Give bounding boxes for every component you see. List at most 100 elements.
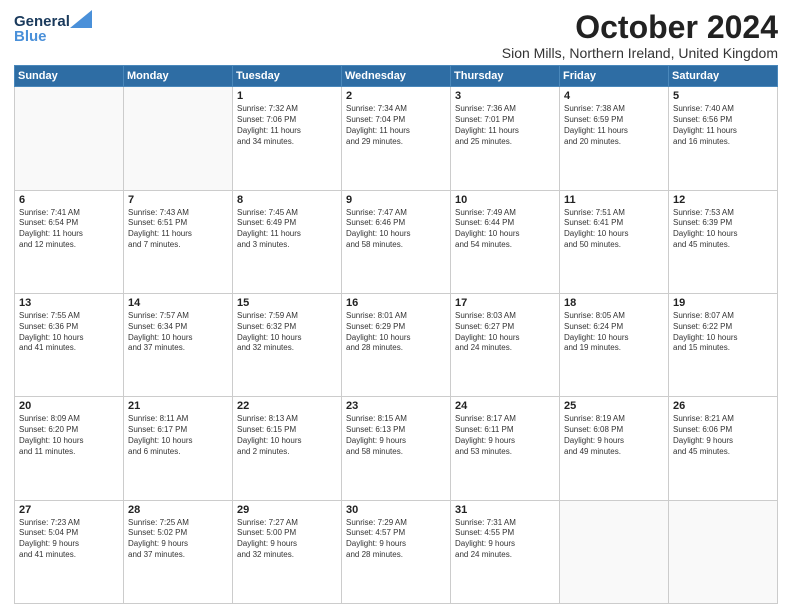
location: Sion Mills, Northern Ireland, United Kin…: [502, 45, 778, 61]
day-info: Sunrise: 7:41 AM Sunset: 6:54 PM Dayligh…: [19, 208, 119, 251]
day-info: Sunrise: 8:05 AM Sunset: 6:24 PM Dayligh…: [564, 311, 664, 354]
day-info: Sunrise: 7:45 AM Sunset: 6:49 PM Dayligh…: [237, 208, 337, 251]
day-info: Sunrise: 8:19 AM Sunset: 6:08 PM Dayligh…: [564, 414, 664, 457]
calendar-table: SundayMondayTuesdayWednesdayThursdayFrid…: [14, 65, 778, 604]
weekday-header-wednesday: Wednesday: [342, 66, 451, 87]
calendar-cell: 20 Sunrise: 8:09 AM Sunset: 6:20 PM Dayli…: [15, 397, 124, 500]
calendar-week-4: 20 Sunrise: 8:09 AM Sunset: 6:20 PM Dayli…: [15, 397, 778, 500]
day-number: 31: [455, 504, 555, 516]
calendar-week-2: 6 Sunrise: 7:41 AM Sunset: 6:54 PM Daylig…: [15, 190, 778, 293]
calendar-cell: 3 Sunrise: 7:36 AM Sunset: 7:01 PM Daylig…: [451, 87, 560, 190]
day-info: Sunrise: 7:47 AM Sunset: 6:46 PM Dayligh…: [346, 208, 446, 251]
day-number: 10: [455, 194, 555, 206]
calendar-cell: 23 Sunrise: 8:15 AM Sunset: 6:13 PM Dayli…: [342, 397, 451, 500]
calendar-cell: 14Sunrise: 7:57 AM Sunset: 6:34 PM Dayli…: [124, 293, 233, 396]
day-info: Sunrise: 8:01 AM Sunset: 6:29 PM Dayligh…: [346, 311, 446, 354]
day-info: Sunrise: 8:21 AM Sunset: 6:06 PM Dayligh…: [673, 414, 773, 457]
calendar-cell: 19 Sunrise: 8:07 AM Sunset: 6:22 PM Dayli…: [669, 293, 778, 396]
day-info: Sunrise: 7:27 AM Sunset: 5:00 PM Dayligh…: [237, 518, 337, 561]
day-number: 9: [346, 194, 446, 206]
day-number: 1: [237, 90, 337, 102]
calendar-cell: 24Sunrise: 8:17 AM Sunset: 6:11 PM Dayli…: [451, 397, 560, 500]
calendar-cell: 12Sunrise: 7:53 AM Sunset: 6:39 PM Dayli…: [669, 190, 778, 293]
day-number: 22: [237, 400, 337, 412]
day-number: 21: [128, 400, 228, 412]
calendar-cell: 28 Sunrise: 7:25 AM Sunset: 5:02 PM Dayli…: [124, 500, 233, 603]
day-number: 14: [128, 297, 228, 309]
day-number: 13: [19, 297, 119, 309]
calendar-week-1: 1 Sunrise: 7:32 AM Sunset: 7:06 PM Daylig…: [15, 87, 778, 190]
calendar-cell: 10 Sunrise: 7:49 AM Sunset: 6:44 PM Dayli…: [451, 190, 560, 293]
day-number: 19: [673, 297, 773, 309]
day-number: 23: [346, 400, 446, 412]
calendar-header-row: SundayMondayTuesdayWednesdayThursdayFrid…: [15, 66, 778, 87]
calendar-cell: 11 Sunrise: 7:51 AM Sunset: 6:41 PM Dayli…: [560, 190, 669, 293]
day-info: Sunrise: 7:51 AM Sunset: 6:41 PM Dayligh…: [564, 208, 664, 251]
day-number: 6: [19, 194, 119, 206]
calendar-cell: 9 Sunrise: 7:47 AM Sunset: 6:46 PM Daylig…: [342, 190, 451, 293]
day-info: Sunrise: 7:34 AM Sunset: 7:04 PM Dayligh…: [346, 104, 446, 147]
weekday-header-friday: Friday: [560, 66, 669, 87]
day-info: Sunrise: 7:49 AM Sunset: 6:44 PM Dayligh…: [455, 208, 555, 251]
day-number: 15: [237, 297, 337, 309]
day-number: 16: [346, 297, 446, 309]
day-info: Sunrise: 7:43 AM Sunset: 6:51 PM Dayligh…: [128, 208, 228, 251]
calendar-cell: [124, 87, 233, 190]
day-info: Sunrise: 7:29 AM Sunset: 4:57 PM Dayligh…: [346, 518, 446, 561]
calendar-cell: 15 Sunrise: 7:59 AM Sunset: 6:32 PM Dayli…: [233, 293, 342, 396]
day-number: 29: [237, 504, 337, 516]
day-number: 12: [673, 194, 773, 206]
calendar-cell: 1 Sunrise: 7:32 AM Sunset: 7:06 PM Daylig…: [233, 87, 342, 190]
day-info: Sunrise: 8:13 AM Sunset: 6:15 PM Dayligh…: [237, 414, 337, 457]
calendar-cell: 8 Sunrise: 7:45 AM Sunset: 6:49 PM Daylig…: [233, 190, 342, 293]
logo-general-text: General: [14, 13, 70, 30]
day-number: 11: [564, 194, 664, 206]
day-number: 7: [128, 194, 228, 206]
calendar-cell: 31Sunrise: 7:31 AM Sunset: 4:55 PM Dayli…: [451, 500, 560, 603]
calendar-cell: 2Sunrise: 7:34 AM Sunset: 7:04 PM Daylig…: [342, 87, 451, 190]
weekday-header-saturday: Saturday: [669, 66, 778, 87]
weekday-header-thursday: Thursday: [451, 66, 560, 87]
calendar-cell: 4 Sunrise: 7:38 AM Sunset: 6:59 PM Daylig…: [560, 87, 669, 190]
day-info: Sunrise: 7:36 AM Sunset: 7:01 PM Dayligh…: [455, 104, 555, 147]
calendar-cell: 25 Sunrise: 8:19 AM Sunset: 6:08 PM Dayli…: [560, 397, 669, 500]
day-number: 17: [455, 297, 555, 309]
calendar-cell: [560, 500, 669, 603]
day-info: Sunrise: 7:59 AM Sunset: 6:32 PM Dayligh…: [237, 311, 337, 354]
calendar-cell: 7 Sunrise: 7:43 AM Sunset: 6:51 PM Daylig…: [124, 190, 233, 293]
day-info: Sunrise: 8:11 AM Sunset: 6:17 PM Dayligh…: [128, 414, 228, 457]
day-info: Sunrise: 7:40 AM Sunset: 6:56 PM Dayligh…: [673, 104, 773, 147]
calendar-cell: 30 Sunrise: 7:29 AM Sunset: 4:57 PM Dayli…: [342, 500, 451, 603]
day-info: Sunrise: 7:55 AM Sunset: 6:36 PM Dayligh…: [19, 311, 119, 354]
day-number: 30: [346, 504, 446, 516]
day-number: 3: [455, 90, 555, 102]
day-number: 8: [237, 194, 337, 206]
day-info: Sunrise: 8:07 AM Sunset: 6:22 PM Dayligh…: [673, 311, 773, 354]
day-number: 25: [564, 400, 664, 412]
calendar-week-3: 13 Sunrise: 7:55 AM Sunset: 6:36 PM Dayli…: [15, 293, 778, 396]
day-number: 24: [455, 400, 555, 412]
calendar-cell: 17Sunrise: 8:03 AM Sunset: 6:27 PM Dayli…: [451, 293, 560, 396]
day-number: 27: [19, 504, 119, 516]
calendar-cell: 13 Sunrise: 7:55 AM Sunset: 6:36 PM Dayli…: [15, 293, 124, 396]
day-info: Sunrise: 8:09 AM Sunset: 6:20 PM Dayligh…: [19, 414, 119, 457]
calendar-cell: [669, 500, 778, 603]
calendar-cell: 18 Sunrise: 8:05 AM Sunset: 6:24 PM Dayli…: [560, 293, 669, 396]
calendar-cell: 5Sunrise: 7:40 AM Sunset: 6:56 PM Daylig…: [669, 87, 778, 190]
calendar-cell: 22 Sunrise: 8:13 AM Sunset: 6:15 PM Dayli…: [233, 397, 342, 500]
day-number: 28: [128, 504, 228, 516]
title-section: October 2024 Sion Mills, Northern Irelan…: [502, 10, 778, 61]
day-info: Sunrise: 8:15 AM Sunset: 6:13 PM Dayligh…: [346, 414, 446, 457]
day-number: 20: [19, 400, 119, 412]
day-info: Sunrise: 7:23 AM Sunset: 5:04 PM Dayligh…: [19, 518, 119, 561]
weekday-header-sunday: Sunday: [15, 66, 124, 87]
day-info: Sunrise: 7:32 AM Sunset: 7:06 PM Dayligh…: [237, 104, 337, 147]
day-info: Sunrise: 7:25 AM Sunset: 5:02 PM Dayligh…: [128, 518, 228, 561]
calendar-cell: 26Sunrise: 8:21 AM Sunset: 6:06 PM Dayli…: [669, 397, 778, 500]
logo-blue-text: Blue: [14, 28, 47, 45]
day-number: 18: [564, 297, 664, 309]
calendar-cell: 27 Sunrise: 7:23 AM Sunset: 5:04 PM Dayli…: [15, 500, 124, 603]
day-number: 4: [564, 90, 664, 102]
calendar-cell: 29 Sunrise: 7:27 AM Sunset: 5:00 PM Dayli…: [233, 500, 342, 603]
day-info: Sunrise: 7:38 AM Sunset: 6:59 PM Dayligh…: [564, 104, 664, 147]
